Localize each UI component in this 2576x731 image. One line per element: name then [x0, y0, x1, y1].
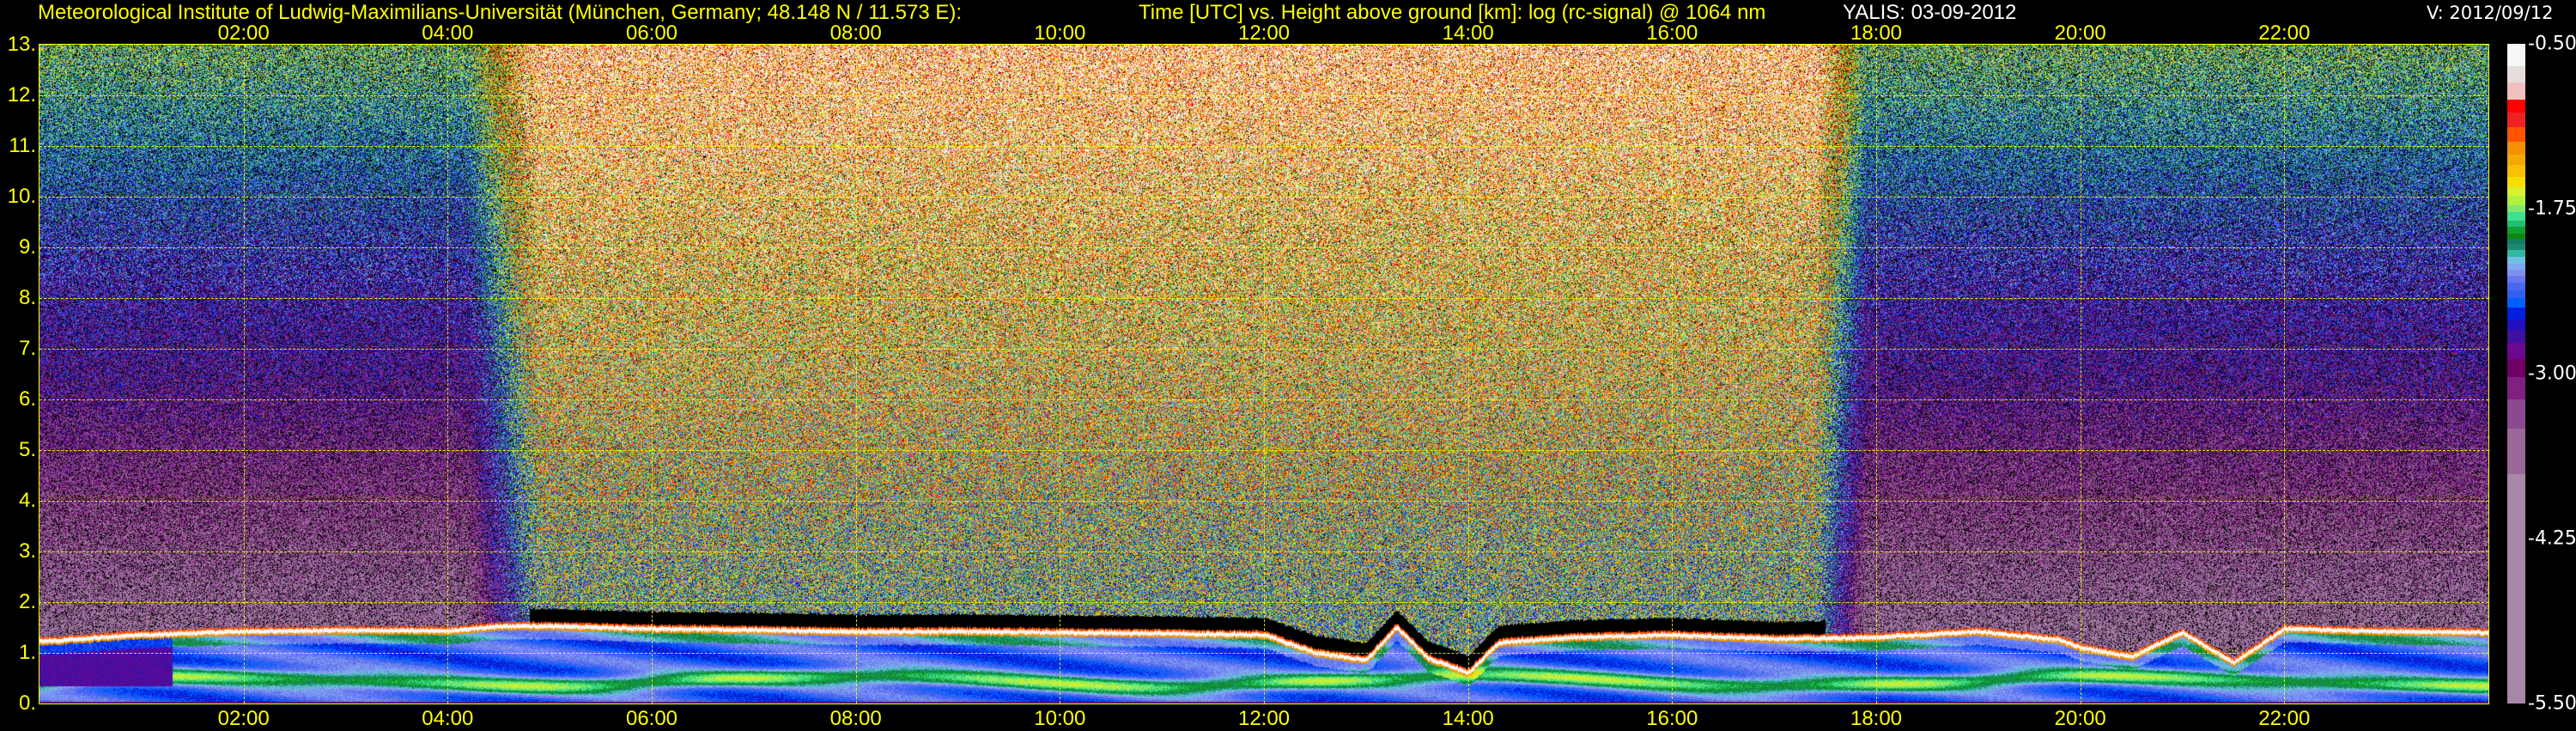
colorbar-segment — [2507, 428, 2525, 475]
colorbar — [2507, 44, 2525, 704]
colorbar-segment — [2507, 308, 2525, 320]
colorbar-segment — [2507, 65, 2525, 83]
y-tick-label: 2. — [18, 590, 36, 613]
x-tick-label-top: 02:00 — [217, 21, 270, 45]
x-tick-label-bottom: 06:00 — [625, 707, 678, 730]
x-tick-label-bottom: 22:00 — [2258, 707, 2311, 730]
y-tick-label: 8. — [18, 286, 36, 309]
colorbar-segment — [2507, 399, 2525, 429]
colorbar-segment — [2507, 127, 2525, 142]
x-tick-label-top: 06:00 — [625, 21, 678, 45]
colorbar-tick-label: -5.50 — [2528, 692, 2576, 715]
x-tick-label-bottom: 20:00 — [2054, 707, 2106, 730]
colorbar-segment — [2507, 44, 2525, 67]
x-tick-label-top: 12:00 — [1237, 21, 1291, 45]
x-tick-label-top: 08:00 — [829, 21, 882, 45]
colorbar-segment — [2507, 196, 2525, 206]
y-tick-label: 1. — [18, 641, 36, 664]
colorbar-tick-label: -4.25 — [2528, 527, 2576, 550]
y-tick-label: 7. — [18, 337, 36, 360]
y-tick-label: 0. — [18, 691, 36, 715]
colorbar-tick-label: -0.50 — [2528, 33, 2576, 55]
colorbar-segment — [2507, 154, 2525, 166]
x-tick-label-bottom: 14:00 — [1442, 707, 1494, 730]
y-tick-label: 6. — [18, 387, 36, 411]
colorbar-segment — [2507, 330, 2525, 344]
x-tick-label-top: 16:00 — [1646, 21, 1698, 45]
version-label: V: 2012/09/12 — [2427, 3, 2554, 23]
institute-title: Meteorological Institute of Ludwig-Maxim… — [38, 1, 963, 24]
colorbar-segment — [2507, 82, 2525, 101]
colorbar-segment — [2507, 298, 2525, 308]
colorbar-segment — [2507, 113, 2525, 128]
x-tick-label-top: 04:00 — [422, 21, 474, 45]
plot-frame — [39, 44, 2489, 704]
x-tick-label-top: 18:00 — [1850, 21, 1903, 45]
x-tick-label-bottom: 04:00 — [422, 707, 474, 730]
colorbar-segment — [2507, 342, 2525, 360]
x-tick-label-bottom: 16:00 — [1646, 707, 1698, 730]
colorbar-tick-label: -3.00 — [2528, 362, 2576, 385]
y-tick-label: 11. — [9, 134, 36, 157]
x-tick-label-top: 14:00 — [1442, 21, 1494, 45]
x-tick-label-top: 10:00 — [1034, 21, 1086, 45]
x-tick-label-bottom: 10:00 — [1034, 707, 1086, 730]
colorbar-segment — [2507, 319, 2525, 331]
y-tick-label: 4. — [18, 489, 36, 512]
colorbar-segment — [2507, 99, 2525, 113]
colorbar-tick-label: -1.75 — [2528, 198, 2576, 220]
y-tick-label: 10. — [7, 185, 36, 208]
x-tick-label-top: 22:00 — [2258, 21, 2311, 45]
colorbar-segment — [2507, 176, 2525, 188]
plot-description: Time [UTC] vs. Height above ground [km]:… — [1139, 1, 1766, 24]
y-tick-label: 3. — [18, 539, 36, 563]
colorbar-segment — [2507, 358, 2525, 378]
colorbar-segment — [2507, 377, 2525, 400]
y-tick-label: 9. — [18, 235, 36, 259]
colorbar-segment — [2507, 473, 2525, 704]
x-tick-label-top: 20:00 — [2054, 21, 2106, 45]
x-tick-label-bottom: 08:00 — [829, 707, 882, 730]
x-tick-label-bottom: 18:00 — [1850, 707, 1903, 730]
colorbar-segment — [2507, 141, 2525, 155]
instrument-date: YALIS: 03-09-2012 — [1843, 1, 2017, 24]
x-tick-label-bottom: 12:00 — [1237, 707, 1291, 730]
x-tick-label-bottom: 02:00 — [217, 707, 270, 730]
y-tick-label: 5. — [18, 438, 36, 461]
colorbar-segment — [2507, 164, 2525, 178]
y-tick-label: 12. — [7, 83, 36, 107]
colorbar-segment — [2507, 289, 2525, 299]
y-tick-label: 13. — [7, 33, 36, 56]
colorbar-segment — [2507, 186, 2525, 197]
